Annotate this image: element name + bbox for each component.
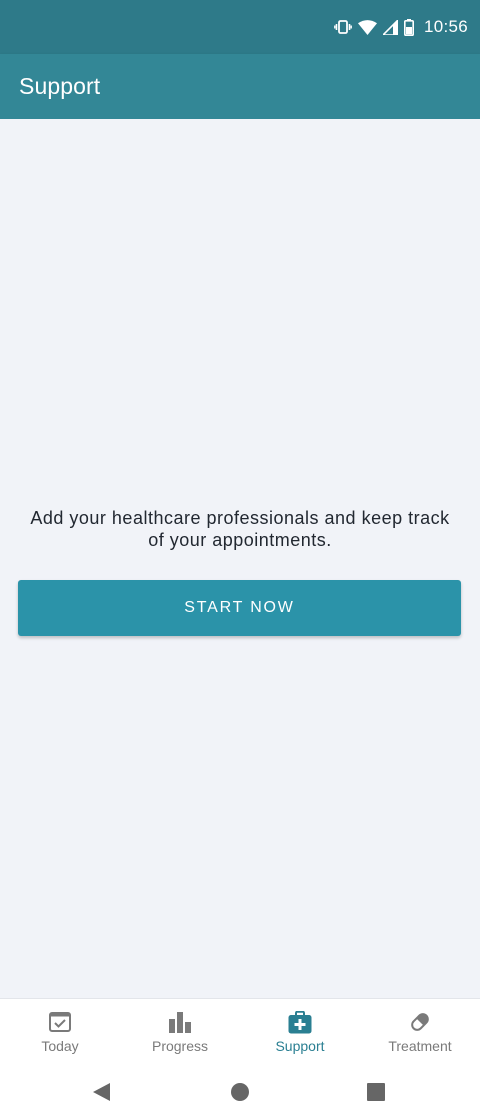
nav-label-treatment: Treatment <box>388 1038 452 1054</box>
status-time: 10:56 <box>423 17 468 36</box>
nav-item-progress[interactable]: Progress <box>120 999 240 1063</box>
nav-item-support[interactable]: Support <box>240 999 360 1063</box>
home-icon[interactable] <box>228 1080 252 1104</box>
recents-icon[interactable] <box>364 1080 388 1104</box>
cell-signal-icon <box>382 19 398 35</box>
nav-label-today: Today <box>41 1038 79 1054</box>
bar-chart-icon <box>168 1009 192 1035</box>
medical-kit-icon <box>288 1009 312 1035</box>
main-content: Add your healthcare professionals and ke… <box>0 119 480 998</box>
nav-label-progress: Progress <box>151 1038 209 1054</box>
vibrate-icon <box>334 20 352 34</box>
wifi-icon <box>357 19 377 35</box>
pill-icon <box>408 1009 432 1035</box>
calendar-check-icon <box>48 1009 72 1035</box>
nav-label-support: Support <box>275 1038 325 1054</box>
back-icon[interactable] <box>90 1080 114 1104</box>
bottom-navigation: Today Progress Support Treatment <box>0 998 480 1063</box>
nav-item-today[interactable]: Today <box>0 999 120 1063</box>
system-navigation-bar <box>0 1062 480 1120</box>
empty-state-message: Add your healthcare professionals and ke… <box>30 508 450 550</box>
start-now-button[interactable]: START NOW <box>18 580 461 636</box>
page-title: Support <box>19 73 101 99</box>
status-bar: 10:56 <box>0 0 480 54</box>
nav-item-treatment[interactable]: Treatment <box>360 999 480 1063</box>
battery-icon <box>403 18 414 36</box>
app-bar: Support <box>0 54 480 119</box>
status-icons: 10:56 <box>334 0 468 54</box>
